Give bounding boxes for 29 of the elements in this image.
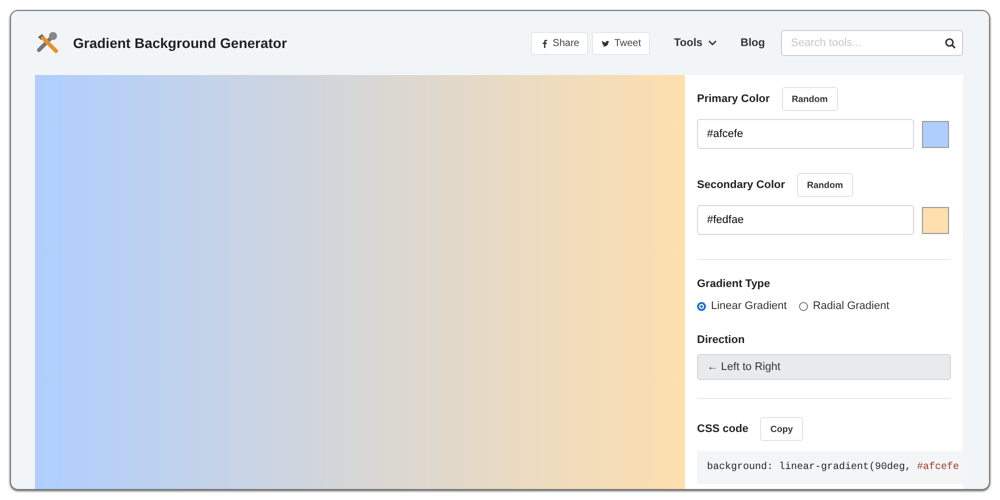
radio-option[interactable]: Radial Gradient — [798, 300, 890, 312]
search-icon — [945, 38, 956, 49]
field-label: Primary Color — [697, 93, 770, 105]
color-swatch[interactable] — [922, 206, 949, 234]
radio-option[interactable]: Linear Gradient — [697, 300, 787, 312]
color-input[interactable]: #fedfae — [697, 205, 914, 235]
tools-icon — [35, 30, 61, 56]
search-field[interactable]: Search tools... — [781, 30, 963, 56]
color-input[interactable]: #afcefe — [697, 119, 914, 149]
radio-button[interactable] — [697, 302, 706, 310]
share-button[interactable]: Tweet — [592, 32, 650, 54]
code-block: background: linear-gradient(90deg, #afcefe — [697, 451, 963, 484]
nav-link[interactable]: Blog — [740, 37, 765, 49]
copy-button[interactable]: Copy — [760, 417, 803, 441]
direction-select[interactable]: ← Left to Right — [697, 354, 951, 380]
bird-icon — [601, 38, 610, 48]
radio-button[interactable] — [798, 302, 808, 310]
field-label: Direction — [697, 334, 746, 346]
site-title: Gradient Background Generator — [73, 35, 288, 51]
random-button[interactable]: Random — [797, 173, 854, 197]
field-label: Gradient Type — [697, 278, 772, 290]
color-swatch[interactable] — [922, 120, 949, 148]
chevron-down-icon — [708, 40, 717, 46]
random-button[interactable]: Random — [782, 87, 838, 111]
share-button[interactable]: Share — [530, 32, 588, 54]
field-label: CSS code — [697, 423, 748, 435]
field-label: Secondary Color — [697, 179, 786, 191]
facebook-icon — [540, 38, 549, 48]
nav-link[interactable]: Tools — [674, 37, 717, 49]
